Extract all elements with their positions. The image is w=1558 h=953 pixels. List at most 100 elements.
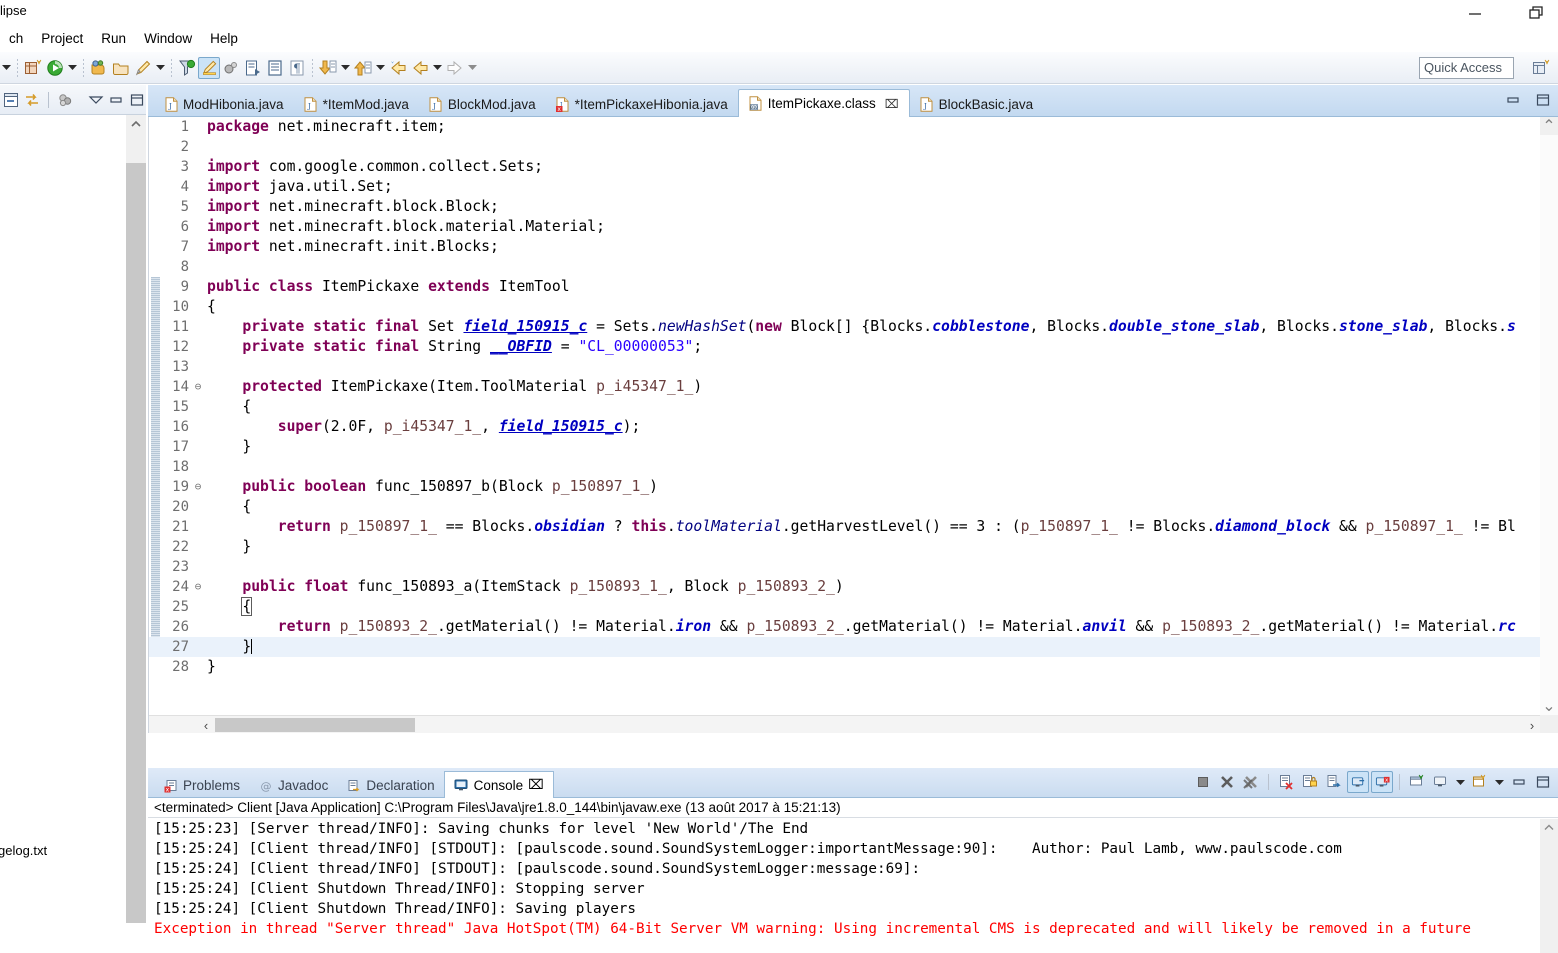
back-icon[interactable] [409,57,431,79]
code-line[interactable]: 3 import com.google.common.collect.Sets; [149,157,1558,177]
terminate-icon[interactable] [1192,771,1214,793]
code-line[interactable]: 15 { [149,397,1558,417]
console-monitor-icon[interactable] [1430,771,1452,793]
editor-horizontal-scrollbar[interactable]: ‹ › [149,715,1558,733]
code-line[interactable]: 14 ⊖ protected ItemPickaxe(Item.ToolMater… [149,377,1558,397]
code-editor[interactable]: 1 package net.minecraft.item; 2 3 import com… [148,117,1558,733]
open-perspective-icon[interactable] [1528,57,1554,79]
editor-tab-itempickaxehibonia[interactable]: J x *ItemPickaxeHibonia.java [546,91,738,117]
dropdown-arrow-icon[interactable] [0,57,13,79]
editor-tab-blockmod[interactable]: J BlockMod.java [419,91,546,117]
tab-declaration[interactable]: Declaration [337,773,443,798]
minimize-icon[interactable] [1502,89,1524,111]
tab-javadoc[interactable]: @ Javadoc [249,773,337,798]
new-wizard-icon[interactable] [22,57,44,79]
console-monitor-dropdown-arrow[interactable] [1454,771,1467,793]
editor-vertical-scrollbar[interactable]: ⌃ ⌄ [1540,117,1558,733]
code-line[interactable]: 19 ⊖ public boolean func_150897_b(Block p… [149,477,1558,497]
open-console-menu-icon[interactable] [1469,771,1491,793]
quick-access-input[interactable]: Quick Access [1419,57,1514,79]
next-annotation-icon[interactable] [242,57,264,79]
open-console-dropdown-arrow[interactable] [1493,771,1506,793]
remove-all-terminated-icon[interactable] [1240,771,1262,793]
vscroll-track[interactable] [1540,135,1558,715]
hscroll-thumb[interactable] [215,718,415,732]
scroll-lock-icon[interactable] [1299,771,1321,793]
search-icon[interactable] [176,57,198,79]
hscroll-left-arrow[interactable]: ‹ [197,716,215,734]
debug-icon[interactable] [88,57,110,79]
pencil-dropdown-arrow[interactable] [154,57,167,79]
display-selected-console-icon[interactable] [1347,771,1369,793]
restore-button[interactable] [1524,2,1550,24]
vscroll-down-arrow[interactable]: ⌄ [1540,697,1558,715]
clear-console-icon[interactable] [1275,771,1297,793]
code-line[interactable]: 16 super(2.0F, p_i45347_1_, field_150915… [149,417,1558,437]
fold-toggle-icon[interactable]: ⊖ [192,377,204,397]
minimize-icon[interactable] [1508,771,1530,793]
pilcrow-icon[interactable]: ¶ [286,57,308,79]
open-console-icon[interactable]: x [1371,771,1393,793]
code-line[interactable]: 10 { [149,297,1558,317]
link-with-editor-icon[interactable] [23,89,42,111]
editor-tab-itemmod[interactable]: J *ItemMod.java [294,91,419,117]
code-line[interactable]: 20 { [149,497,1558,517]
view-menu-icon[interactable] [86,89,105,111]
up-dropdown-arrow[interactable] [374,57,387,79]
code-line[interactable]: 4 import java.util.Set; [149,177,1558,197]
code-line[interactable]: 7 import net.minecraft.init.Blocks; [149,237,1558,257]
up-arrow-icon[interactable] [352,57,374,79]
fold-toggle-icon[interactable]: ⊖ [192,477,204,497]
editor-tab-itempickaxe-class[interactable]: 010 ItemPickaxe.class ⌧ [737,89,910,118]
code-line[interactable]: 22 } [149,537,1558,557]
code-line[interactable]: 23 [149,557,1558,577]
skip-breakpoints-icon[interactable] [220,57,242,79]
close-icon[interactable]: ⌧ [528,777,544,793]
fold-toggle-icon[interactable]: ⊖ [192,577,204,597]
minimize-button[interactable] [1462,2,1488,24]
editor-tab-blockbasic[interactable]: J BlockBasic.java [910,91,1044,117]
new-console-view-icon[interactable] [1406,771,1428,793]
console-vscroll-up-arrow[interactable] [1540,819,1558,835]
code-line[interactable]: 17 } [149,437,1558,457]
close-icon[interactable]: ⌧ [885,97,899,111]
menu-item-ch[interactable]: ch [0,29,32,48]
down-dropdown-arrow[interactable] [339,57,352,79]
tab-problems[interactable]: x Problems [154,773,249,798]
left-view-scroll-up-arrow[interactable] [126,115,146,133]
maximize-icon[interactable] [1532,89,1554,111]
remove-launch-icon[interactable] [1216,771,1238,793]
down-arrow-icon[interactable] [317,57,339,79]
code-line[interactable]: 18 [149,457,1558,477]
hscroll-right-arrow[interactable]: › [1523,716,1541,734]
code-line[interactable]: 26 return p_150893_2_.getMaterial() != M… [149,617,1558,637]
pin-console-icon[interactable] [1323,771,1345,793]
code-line[interactable]: 28} [149,657,1558,677]
code-line[interactable]: 2 [149,137,1558,157]
menu-item-window[interactable]: Window [135,29,201,48]
run-dropdown-arrow[interactable] [66,57,79,79]
menu-item-run[interactable]: Run [92,29,135,48]
console-output[interactable]: [15:25:23] [Server thread/INFO]: Saving … [148,819,1540,953]
minimize-icon[interactable] [107,89,126,111]
code-line[interactable]: 27 } [149,637,1558,657]
open-type-icon[interactable] [110,57,132,79]
code-line[interactable]: 21 return p_150897_1_ == Blocks.obsidian… [149,517,1558,537]
maximize-icon[interactable] [128,89,147,111]
pencil-icon[interactable] [132,57,154,79]
console-vertical-scrollbar[interactable] [1540,819,1558,953]
code-line[interactable]: 1 package net.minecraft.item; [149,117,1558,137]
left-view-file-label[interactable]: gelog.txt [0,843,47,858]
collapse-all-icon[interactable] [2,89,21,111]
vscroll-up-arrow[interactable]: ⌃ [1540,117,1558,135]
code-line[interactable]: 12 private static final String __OBFID =… [149,337,1558,357]
back-history-icon[interactable] [387,57,409,79]
run-icon[interactable] [44,57,66,79]
code-line[interactable]: 24 ⊖ public float func_150893_a(ItemStack… [149,577,1558,597]
code-line[interactable]: 6 import net.minecraft.block.material.Mat… [149,217,1558,237]
view-filter-icon[interactable] [56,89,75,111]
previous-edit-icon[interactable] [264,57,286,79]
tab-console[interactable]: Console ⌧ [443,771,554,799]
forward-icon[interactable] [444,57,466,79]
code-line[interactable]: 9 public class ItemPickaxe extends ItemTo… [149,277,1558,297]
